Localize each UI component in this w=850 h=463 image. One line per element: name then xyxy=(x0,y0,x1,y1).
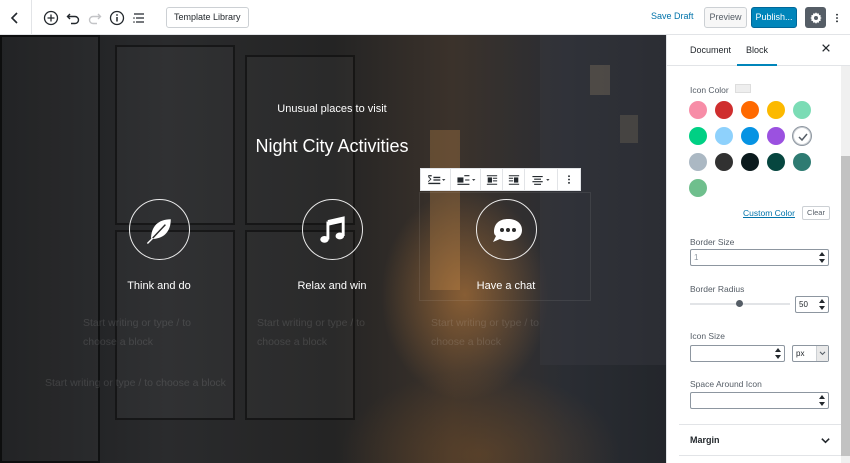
settings-gear-button[interactable] xyxy=(805,7,826,28)
more-options-icon[interactable] xyxy=(831,9,843,27)
checkmark-icon xyxy=(798,133,808,142)
border-size-value: 1 xyxy=(694,253,699,262)
icon-color-indicator xyxy=(735,84,751,93)
placeholder-text: Start writing or type / to xyxy=(431,317,539,329)
background-lit-window xyxy=(620,115,638,143)
add-block-icon[interactable] xyxy=(42,9,60,27)
color-swatch[interactable] xyxy=(741,101,759,119)
border-radius-value: 50 xyxy=(799,300,808,309)
editor-canvas[interactable]: Unusual places to visit Night City Activ… xyxy=(0,35,666,463)
sidebar-scrollbar[interactable] xyxy=(841,66,850,463)
info-icon[interactable] xyxy=(108,9,126,27)
music-note-icon xyxy=(319,215,345,243)
spinner-arrows-icon[interactable] xyxy=(818,252,826,263)
color-swatch[interactable] xyxy=(741,127,759,145)
feature-icon-circle[interactable] xyxy=(129,199,190,260)
panel-divider xyxy=(679,455,841,456)
color-swatch[interactable] xyxy=(715,101,733,119)
background-window-frame xyxy=(115,45,235,225)
space-around-icon-label: Space Around Icon xyxy=(690,379,762,389)
icon-size-input[interactable] xyxy=(690,345,785,362)
toolbar-divider xyxy=(31,0,32,35)
border-size-label: Border Size xyxy=(690,237,735,247)
unit-value: px xyxy=(796,349,805,358)
block-more-options-icon[interactable] xyxy=(558,169,580,190)
color-swatch[interactable] xyxy=(793,127,811,145)
background-lit-window xyxy=(590,65,610,95)
tab-document[interactable]: Document xyxy=(690,45,731,55)
feature-label[interactable]: Relax and win xyxy=(262,280,402,292)
icon-size-label: Icon Size xyxy=(690,331,725,341)
leaf-icon xyxy=(146,218,171,244)
align-left-button[interactable] xyxy=(481,169,503,190)
chevron-down-icon xyxy=(816,346,828,361)
block-placeholder[interactable]: Start writing or type / to choose a bloc… xyxy=(431,314,539,352)
feature-label[interactable]: Think and do xyxy=(89,280,229,292)
color-swatch[interactable] xyxy=(793,101,811,119)
text-align-dropdown-button[interactable] xyxy=(525,169,558,190)
icon-color-label: Icon Color xyxy=(690,85,729,95)
tab-block[interactable]: Block xyxy=(737,45,778,66)
color-swatch[interactable] xyxy=(689,127,707,145)
section-subtitle[interactable]: Unusual places to visit xyxy=(232,103,432,115)
preview-button[interactable]: Preview xyxy=(704,7,747,28)
custom-color-link[interactable]: Custom Color xyxy=(743,208,795,218)
color-swatch[interactable] xyxy=(715,153,733,171)
color-swatch[interactable] xyxy=(767,127,785,145)
placeholder-text: choose a block xyxy=(83,336,154,348)
color-swatch[interactable] xyxy=(689,101,707,119)
block-placeholder[interactable]: Start writing or type / to choose a bloc… xyxy=(257,314,365,352)
border-radius-label: Border Radius xyxy=(690,284,745,294)
color-swatch[interactable] xyxy=(767,101,785,119)
space-around-icon-input[interactable] xyxy=(690,392,829,409)
color-swatch[interactable] xyxy=(793,153,811,171)
color-swatch[interactable] xyxy=(715,127,733,145)
publish-button[interactable]: Publish... xyxy=(751,7,797,28)
redo-icon[interactable] xyxy=(86,9,104,27)
border-size-input[interactable]: 1 xyxy=(690,249,829,266)
change-block-type-button[interactable] xyxy=(421,169,451,190)
spinner-arrows-icon[interactable] xyxy=(774,348,782,359)
align-right-button[interactable] xyxy=(503,169,525,190)
feature-icon-circle[interactable] xyxy=(476,199,537,260)
border-radius-slider-handle[interactable] xyxy=(736,300,743,307)
clear-color-button[interactable]: Clear xyxy=(802,206,830,220)
color-swatch[interactable] xyxy=(689,179,707,197)
block-placeholder[interactable]: Start writing or type / to choose a bloc… xyxy=(45,374,226,393)
background-window-frame xyxy=(0,35,100,463)
feature-icon-circle[interactable] xyxy=(302,199,363,260)
placeholder-text: choose a block xyxy=(257,336,328,348)
block-style-dropdown-button[interactable] xyxy=(451,169,481,190)
settings-sidebar: Document Block Icon Color Custom Color C… xyxy=(666,35,850,463)
section-title[interactable]: Night City Activities xyxy=(182,136,482,157)
feature-label[interactable]: Have a chat xyxy=(436,280,576,292)
chat-bubble-icon xyxy=(492,218,522,242)
border-radius-input[interactable]: 50 xyxy=(795,296,829,313)
close-icon[interactable] xyxy=(821,43,833,57)
undo-icon[interactable] xyxy=(64,9,82,27)
color-swatch[interactable] xyxy=(689,153,707,171)
chevron-down-icon[interactable] xyxy=(820,433,832,445)
scrollbar-thumb[interactable] xyxy=(841,156,850,456)
color-swatch[interactable] xyxy=(767,153,785,171)
sidebar-tabs: Document Block xyxy=(667,35,850,66)
panel-divider xyxy=(679,424,841,425)
template-library-button[interactable]: Template Library xyxy=(166,7,249,28)
back-arrow-icon[interactable] xyxy=(6,9,24,27)
gear-icon xyxy=(809,11,822,24)
spinner-arrows-icon[interactable] xyxy=(818,395,826,406)
block-placeholder[interactable]: Start writing or type / to choose a bloc… xyxy=(83,314,191,352)
placeholder-text: Start writing or type / to xyxy=(257,317,365,329)
block-toolbar xyxy=(420,168,581,191)
margin-panel-title[interactable]: Margin xyxy=(690,435,720,445)
placeholder-text: Start writing or type / to xyxy=(83,317,191,329)
block-navigation-icon[interactable] xyxy=(130,9,148,27)
placeholder-text: choose a block xyxy=(431,336,502,348)
icon-size-unit-select[interactable]: px xyxy=(792,345,829,362)
spinner-arrows-icon[interactable] xyxy=(818,299,826,310)
editor-toolbar: Template Library Save Draft Preview Publ… xyxy=(0,0,850,35)
save-draft-button[interactable]: Save Draft xyxy=(651,11,694,21)
color-swatch[interactable] xyxy=(741,153,759,171)
